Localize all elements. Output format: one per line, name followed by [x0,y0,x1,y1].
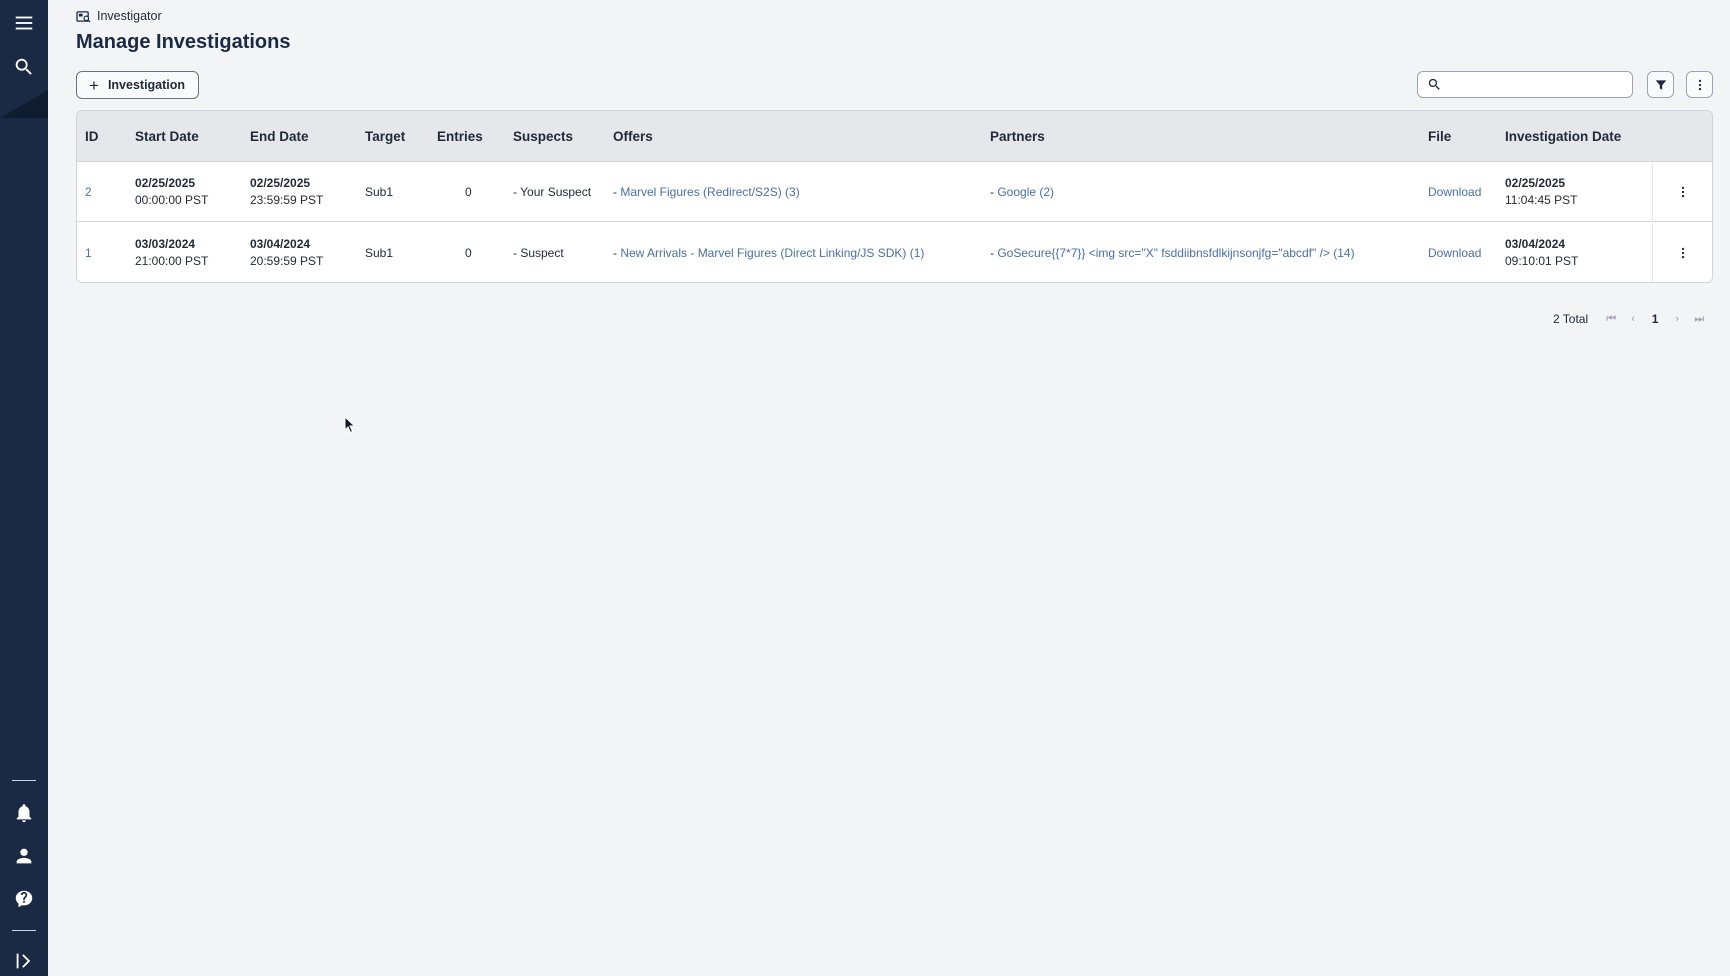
suspects-value: - Your Suspect [513,184,592,199]
total-count: 2 Total [1553,312,1589,326]
row-actions-button[interactable] [1652,223,1712,282]
start-date: 02/25/2025 [135,176,196,190]
entries-value: 0 [465,245,472,260]
first-page-button[interactable]: ⏮ [1600,313,1622,326]
column-header-target[interactable]: Target [365,111,405,161]
column-header-id[interactable]: ID [85,111,99,161]
more-options-button[interactable] [1686,71,1713,98]
investigation-time: 09:10:01 PST [1505,254,1579,268]
end-date: 02/25/2025 [250,176,311,190]
offer-prefix: - [613,245,621,260]
investigations-table: ID Start Date End Date Target Entries Su… [76,110,1713,283]
main-content: Investigator Manage Investigations + Inv… [48,0,1730,976]
investigation-date: 03/04/2024 [1505,237,1566,251]
sidebar-accent [0,90,48,118]
notifications-button[interactable] [0,795,48,831]
end-time: 23:59:59 PST [250,193,324,207]
column-header-investigation-date[interactable]: Investigation Date [1505,111,1621,161]
prev-page-button[interactable]: ‹ [1622,313,1644,325]
filter-button[interactable] [1647,71,1674,98]
start-date: 03/03/2024 [135,237,196,251]
suspects-value: - Suspect [513,245,564,260]
entries-value: 0 [465,184,472,199]
column-header-entries[interactable]: Entries [437,111,483,161]
bell-icon [16,804,32,823]
add-investigation-button[interactable]: + Investigation [76,71,199,99]
column-header-start-date[interactable]: Start Date [135,111,199,161]
more-vertical-icon [1681,247,1685,259]
table-header: ID Start Date End Date Target Entries Su… [77,111,1712,162]
breadcrumb[interactable]: Investigator [76,9,162,23]
current-page[interactable]: 1 [1644,312,1666,326]
column-header-end-date[interactable]: End Date [250,111,309,161]
table-row: 2 02/25/2025 00:00:00 PST 02/25/2025 23:… [77,162,1712,222]
partner-prefix: - [990,184,998,199]
column-header-offers[interactable]: Offers [613,111,653,161]
column-header-file[interactable]: File [1428,111,1451,161]
investigation-id-link[interactable]: 1 [85,245,92,262]
breadcrumb-label: Investigator [97,9,162,23]
search-box[interactable] [1417,71,1633,98]
end-time: 20:59:59 PST [250,254,324,268]
more-vertical-icon [1681,186,1685,198]
menu-icon [15,16,33,30]
offer-prefix: - [613,184,621,199]
expand-sidebar-icon [16,953,31,969]
download-link[interactable]: Download [1428,184,1481,201]
help-icon [15,890,33,908]
profile-button[interactable] [0,838,48,874]
end-date: 03/04/2024 [250,237,311,251]
page-title: Manage Investigations [76,31,291,53]
next-page-button[interactable]: › [1666,313,1688,325]
sidebar-divider [12,780,36,781]
menu-button[interactable] [0,5,48,41]
investigation-time: 11:04:45 PST [1505,193,1578,207]
help-button[interactable] [0,881,48,917]
mouse-cursor-icon [344,416,356,434]
row-actions-button[interactable] [1652,162,1712,222]
search-input[interactable] [1448,77,1628,92]
partner-link[interactable]: GoSecure{{7*7}} <img src="X" fsddiibnsfd… [997,245,1354,262]
column-header-partners[interactable]: Partners [990,111,1045,161]
sidebar-search-button[interactable] [0,49,48,85]
last-page-button[interactable]: ⏭ [1688,313,1710,326]
investigator-icon [76,10,91,23]
add-investigation-label: Investigation [107,78,186,92]
start-time: 00:00:00 PST [135,193,209,207]
target-value: Sub1 [365,245,394,260]
column-header-suspects[interactable]: Suspects [513,111,573,161]
sidebar-divider [12,930,36,931]
search-icon [15,58,32,75]
download-link[interactable]: Download [1428,245,1481,262]
search-icon [1428,78,1440,90]
user-icon [16,848,32,864]
more-vertical-icon [1698,79,1701,90]
offer-link[interactable]: Marvel Figures (Redirect/S2S) (3) [620,184,799,201]
filter-icon [1655,79,1666,90]
pagination: 2 Total ⏮ ‹ 1 › ⏭ [1553,312,1710,326]
table-row: 1 03/03/2024 21:00:00 PST 03/04/2024 20:… [77,223,1712,282]
target-value: Sub1 [365,184,394,199]
offer-link[interactable]: New Arrivals - Marvel Figures (Direct Li… [620,245,924,262]
sidebar [0,0,48,976]
plus-icon: + [89,75,99,95]
investigation-date: 02/25/2025 [1505,176,1566,190]
expand-sidebar-button[interactable] [0,943,48,976]
partner-prefix: - [990,245,998,260]
investigation-id-link[interactable]: 2 [85,184,92,201]
partner-link[interactable]: Google (2) [997,184,1054,201]
start-time: 21:00:00 PST [135,254,209,268]
